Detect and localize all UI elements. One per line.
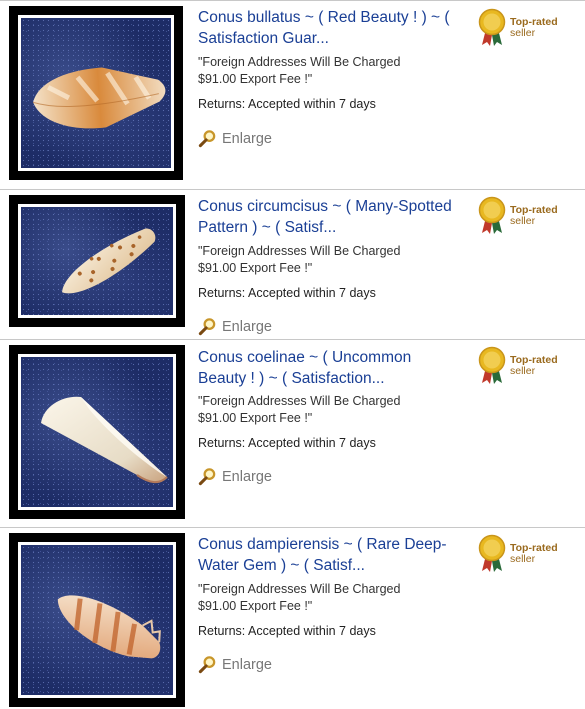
notice-line-2: $91.00 Export Fee !" — [198, 599, 313, 613]
item-thumbnail[interactable] — [9, 195, 185, 327]
listing-title-link[interactable]: Conus circumcisus ~ ( Many-Spotted Patte… — [198, 196, 463, 238]
enlarge-link[interactable]: Enlarge — [198, 655, 272, 674]
listing-item: Conus coelinae ~ ( Uncommon Beauty ! ) ~… — [0, 339, 585, 527]
export-fee-notice: "Foreign Addresses Will Be Charged $91.0… — [198, 243, 463, 277]
badge-label-bottom: seller — [510, 27, 536, 39]
top-rated-seller-badge: Top-rated seller — [477, 195, 567, 241]
export-fee-notice: "Foreign Addresses Will Be Charged $91.0… — [198, 581, 463, 615]
enlarge-link[interactable]: Enlarge — [198, 129, 272, 148]
shell-image — [62, 228, 156, 294]
listing-item: Conus circumcisus ~ ( Many-Spotted Patte… — [0, 189, 585, 339]
listing-item: Conus dampierensis ~ ( Rare Deep-Water G… — [0, 527, 585, 709]
enlarge-label: Enlarge — [222, 656, 272, 673]
export-fee-notice: "Foreign Addresses Will Be Charged $91.0… — [198, 54, 463, 88]
top-rated-seller-badge: Top-rated seller — [477, 7, 567, 53]
badge-label-bottom: seller — [510, 365, 536, 377]
shell-image — [33, 67, 166, 129]
badge-label-bottom: seller — [510, 553, 536, 565]
returns-policy: Returns: Accepted within 7 days — [198, 286, 376, 300]
magnifier-icon — [198, 130, 216, 148]
export-fee-notice: "Foreign Addresses Will Be Charged $91.0… — [198, 393, 463, 427]
top-rated-medal-icon — [478, 196, 506, 234]
enlarge-link[interactable]: Enlarge — [198, 467, 272, 486]
top-rated-medal-icon — [478, 8, 506, 46]
notice-line-2: $91.00 Export Fee !" — [198, 261, 313, 275]
returns-policy: Returns: Accepted within 7 days — [198, 436, 376, 450]
enlarge-label: Enlarge — [222, 468, 272, 485]
top-rated-seller-badge: Top-rated seller — [477, 533, 567, 579]
top-rated-medal-icon — [478, 346, 506, 384]
notice-line-2: $91.00 Export Fee !" — [198, 72, 313, 86]
shell-image — [57, 595, 161, 659]
enlarge-label: Enlarge — [222, 318, 272, 335]
shell-image — [41, 396, 168, 483]
returns-policy: Returns: Accepted within 7 days — [198, 624, 376, 638]
returns-policy: Returns: Accepted within 7 days — [198, 97, 376, 111]
enlarge-link[interactable]: Enlarge — [198, 317, 272, 336]
listing-title-link[interactable]: Conus dampierensis ~ ( Rare Deep-Water G… — [198, 534, 463, 576]
notice-line-2: $91.00 Export Fee !" — [198, 411, 313, 425]
notice-line-1: "Foreign Addresses Will Be Charged — [198, 55, 401, 69]
item-thumbnail[interactable] — [9, 533, 185, 707]
magnifier-icon — [198, 318, 216, 336]
listing-item: Conus bullatus ~ ( Red Beauty ! ) ~ ( Sa… — [0, 0, 585, 188]
badge-label-bottom: seller — [510, 215, 536, 227]
notice-line-1: "Foreign Addresses Will Be Charged — [198, 582, 401, 596]
top-rated-seller-badge: Top-rated seller — [477, 345, 567, 391]
notice-line-1: "Foreign Addresses Will Be Charged — [198, 394, 401, 408]
magnifier-icon — [198, 656, 216, 674]
listing-title-link[interactable]: Conus bullatus ~ ( Red Beauty ! ) ~ ( Sa… — [198, 7, 463, 49]
item-thumbnail[interactable] — [9, 6, 183, 180]
notice-line-1: "Foreign Addresses Will Be Charged — [198, 244, 401, 258]
magnifier-icon — [198, 468, 216, 486]
enlarge-label: Enlarge — [222, 130, 272, 147]
top-rated-medal-icon — [478, 534, 506, 572]
listing-title-link[interactable]: Conus coelinae ~ ( Uncommon Beauty ! ) ~… — [198, 347, 463, 389]
item-thumbnail[interactable] — [9, 345, 185, 519]
